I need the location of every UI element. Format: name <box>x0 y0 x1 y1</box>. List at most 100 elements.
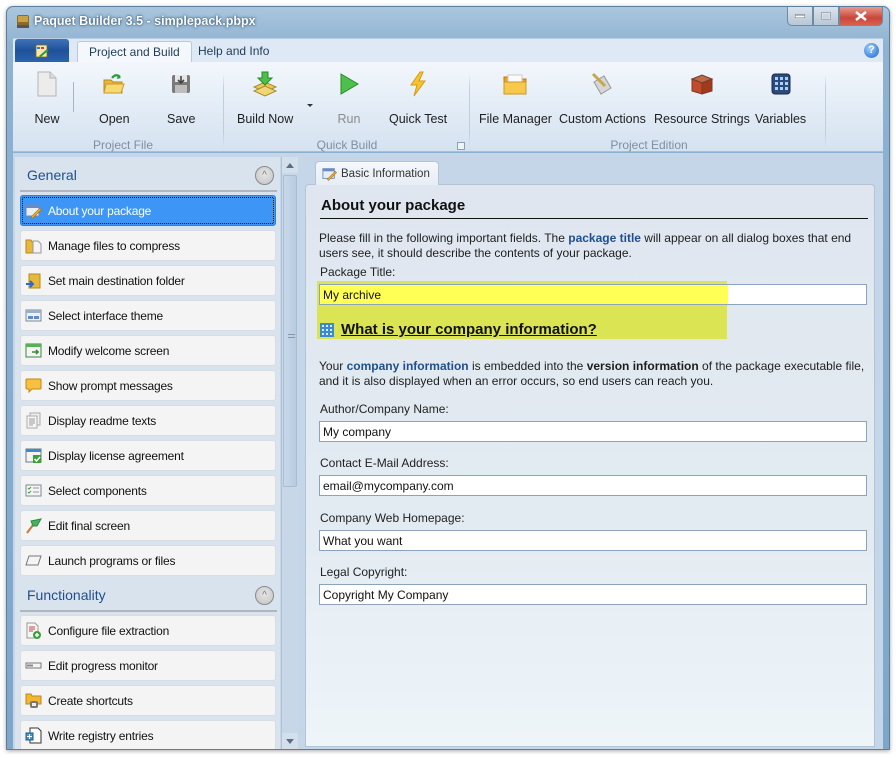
company-description: Your company information is embedded int… <box>319 359 865 388</box>
finish-flag-icon <box>26 518 42 534</box>
shortcut-folder-icon <box>25 693 42 708</box>
speech-bubble-icon <box>25 378 42 394</box>
section-divider <box>20 610 277 612</box>
sidebar-item-select-components[interactable]: Select components <box>20 475 276 506</box>
contact-email-input[interactable] <box>319 475 867 496</box>
new-button[interactable]: New <box>33 70 61 126</box>
package-title-link: package title <box>568 231 641 245</box>
content-area: About your package Please fill in the fo… <box>305 157 881 749</box>
sidebar-scrollbar[interactable] <box>281 157 298 749</box>
sidebar-item-write-registry-entries[interactable]: Write registry entries <box>20 720 276 749</box>
author-company-input[interactable] <box>319 421 867 442</box>
build-now-button[interactable]: Build Now <box>237 70 293 126</box>
readme-document-icon <box>26 412 41 429</box>
company-information-link: company information <box>346 359 469 373</box>
edit-form-icon <box>322 168 337 181</box>
sidebar: General ^ About your package Manage file… <box>15 157 280 749</box>
progress-bar-icon <box>25 662 42 669</box>
ribbon-group-separator <box>223 74 224 148</box>
tab-basic-information[interactable]: Basic Information <box>315 161 439 185</box>
collapse-up-icon[interactable]: ^ <box>255 166 274 185</box>
sidebar-item-show-prompt-messages[interactable]: Show prompt messages <box>20 370 276 401</box>
web-homepage-label: Company Web Homepage: <box>320 511 465 525</box>
custom-actions-icon <box>592 72 613 95</box>
heading-rule <box>320 218 868 219</box>
sidebar-item-edit-final-screen[interactable]: Edit final screen <box>20 510 276 541</box>
arrow-up-icon <box>286 162 294 168</box>
minimize-button[interactable] <box>787 7 813 26</box>
section-heading-company-info: What is your company information? <box>341 321 597 338</box>
save-button[interactable]: Save <box>167 70 196 126</box>
resource-strings-button[interactable]: Resource Strings <box>654 70 750 126</box>
help-icon[interactable]: ? <box>864 43 879 58</box>
files-folder-icon <box>25 239 42 254</box>
package-title-label: Package Title: <box>320 265 396 279</box>
sidebar-item-set-destination-folder[interactable]: Set main destination folder <box>20 265 276 296</box>
checklist-icon <box>25 484 42 497</box>
package-title-input[interactable] <box>319 284 867 305</box>
build-icon <box>252 71 278 97</box>
section-divider <box>20 190 277 192</box>
window-title: Paquet Builder 3.5 - simplepack.pbpx <box>34 14 256 28</box>
open-button[interactable]: Open <box>99 70 130 126</box>
quick-test-button[interactable]: Quick Test <box>389 70 447 126</box>
launch-parallelogram-icon <box>25 555 42 566</box>
close-button[interactable] <box>839 7 883 26</box>
section-title: Functionality <box>27 587 106 603</box>
close-icon <box>855 11 867 21</box>
build-now-dropdown-arrow[interactable] <box>307 104 313 107</box>
save-disk-icon <box>172 75 191 93</box>
scrollbar-thumb[interactable] <box>283 175 297 487</box>
registry-icon <box>25 727 42 744</box>
run-play-icon <box>340 73 359 95</box>
ribbon-group-separator <box>469 74 470 148</box>
custom-actions-button[interactable]: Custom Actions <box>559 70 646 126</box>
arrow-down-icon <box>286 738 294 744</box>
about-description: Please fill in the following important f… <box>319 231 852 260</box>
resource-strings-icon <box>690 74 714 95</box>
ribbon-tab-project-and-build[interactable]: Project and Build <box>77 41 192 63</box>
legal-copyright-input[interactable] <box>319 584 867 605</box>
destination-folder-icon <box>26 273 41 289</box>
basic-information-panel: About your package Please fill in the fo… <box>305 184 875 747</box>
run-button[interactable]: Run <box>335 70 363 126</box>
web-homepage-input[interactable] <box>319 530 867 551</box>
sidebar-item-modify-welcome-screen[interactable]: Modify welcome screen <box>20 335 276 366</box>
ribbon-toolbar: New Open Save Project File Build Now Run… <box>13 62 883 152</box>
sidebar-item-edit-progress-monitor[interactable]: Edit progress monitor <box>20 650 276 681</box>
sidebar-item-create-shortcuts[interactable]: Create shortcuts <box>20 685 276 716</box>
ribbon-tab-help-and-info[interactable]: Help and Info <box>187 41 280 63</box>
app-menu-icon <box>35 44 49 57</box>
title-bar: Paquet Builder 3.5 - simplepack.pbpx <box>7 7 889 37</box>
application-menu-button[interactable] <box>15 39 69 62</box>
grip-icon <box>288 334 295 338</box>
variables-icon <box>771 73 791 95</box>
group-label-quick-build: Quick Build <box>316 138 378 152</box>
file-manager-folder-icon <box>503 74 527 95</box>
scroll-up-button[interactable] <box>282 157 298 173</box>
sidebar-section-functionality[interactable]: Functionality ^ <box>15 577 280 613</box>
app-package-icon <box>17 15 29 28</box>
group-label-project-edition: Project Edition <box>610 138 688 152</box>
sidebar-item-manage-files[interactable]: Manage files to compress <box>20 230 276 261</box>
sidebar-item-configure-file-extraction[interactable]: Configure file extraction <box>20 615 276 646</box>
group-label-project-file: Project File <box>92 138 154 152</box>
maximize-button[interactable] <box>813 7 839 26</box>
sidebar-item-launch-programs[interactable]: Launch programs or files <box>20 545 276 576</box>
sidebar-item-display-readme-texts[interactable]: Display readme texts <box>20 405 276 436</box>
sidebar-section-general[interactable]: General ^ <box>15 157 280 193</box>
sidebar-item-about-your-package[interactable]: About your package <box>20 195 276 226</box>
collapse-up-icon[interactable]: ^ <box>255 586 274 605</box>
license-check-icon <box>25 448 42 463</box>
company-building-icon <box>320 323 334 337</box>
sidebar-item-display-license-agreement[interactable]: Display license agreement <box>20 440 276 471</box>
welcome-screen-icon <box>25 343 42 358</box>
ribbon-group-separator <box>825 74 826 148</box>
sidebar-item-select-interface-theme[interactable]: Select interface theme <box>20 300 276 331</box>
dialog-launcher-icon[interactable] <box>457 142 465 150</box>
contact-email-label: Contact E-Mail Address: <box>320 456 449 470</box>
ribbon-separator <box>73 82 74 112</box>
scroll-down-button[interactable] <box>282 733 298 749</box>
file-manager-button[interactable]: File Manager <box>479 70 552 126</box>
variables-button[interactable]: Variables <box>755 70 806 126</box>
